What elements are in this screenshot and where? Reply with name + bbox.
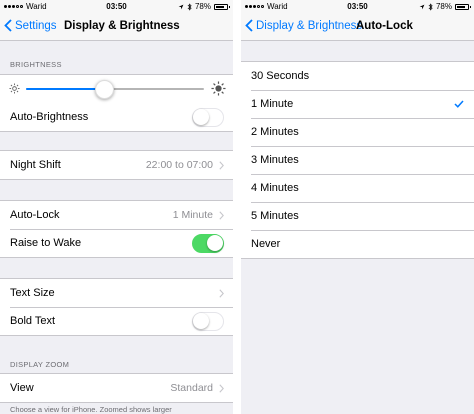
auto-lock-options: 30 Seconds 1 Minute 2 Minutes 3 Minutes 4 Mi… [241,61,474,259]
view-row[interactable]: View Standard [0,374,233,402]
chevron-left-icon [245,19,253,32]
option-label: Never [251,238,281,250]
text-group: Text Size Bold Text [0,278,233,336]
lock-group: Auto-Lock 1 Minute Raise to Wake [0,200,233,258]
back-label: Settings [15,19,57,32]
view-label: View [10,382,34,394]
bluetooth-icon [187,2,192,11]
back-label: Display & Brightness [256,19,363,32]
navigation-bar: Display & Brightness Auto-Lock [241,13,474,41]
zoom-footer-text: Choose a view for iPhone. Zoomed shows l… [10,405,172,414]
option-label: 1 Minute [251,98,294,110]
option-label: 30 Seconds [251,70,310,82]
status-bar: Warid 03:50 78% [241,0,474,13]
night-shift-group: Night Shift 22:00 to 07:00 [0,150,233,180]
night-shift-row[interactable]: Night Shift 22:00 to 07:00 [0,151,233,179]
page-title: Display & Brightness [64,20,180,32]
auto-lock-label: Auto-Lock [10,209,60,221]
back-button[interactable]: Display & Brightness [245,19,362,32]
brightness-group: Auto-Brightness [0,74,233,132]
brightness-header: BRIGHTNESS [10,60,62,69]
bold-text-toggle[interactable] [192,311,224,331]
auto-brightness-toggle[interactable] [192,107,224,127]
auto-lock-option[interactable]: 3 Minutes [241,146,474,174]
chevron-left-icon [4,19,12,32]
raise-to-wake-label: Raise to Wake [10,237,82,249]
night-shift-value: 22:00 to 07:00 [145,159,213,171]
option-label: 2 Minutes [251,126,299,138]
location-arrow-icon [419,4,425,9]
text-size-label: Text Size [10,287,55,299]
bold-text-row: Bold Text [0,307,233,335]
chevron-right-icon [219,383,224,393]
option-label: 3 Minutes [251,154,299,166]
auto-lock-row[interactable]: Auto-Lock 1 Minute [0,201,233,229]
view-value: Standard [170,382,213,394]
sun-large-icon [211,81,226,96]
auto-lock-option[interactable]: 1 Minute [241,90,474,118]
navigation-bar: Settings Display & Brightness [0,13,233,41]
status-bar: Warid 03:50 78% [0,0,233,13]
auto-lock-option[interactable]: 5 Minutes [241,202,474,230]
screen-divider [233,0,241,414]
bluetooth-icon [428,2,433,11]
auto-lock-option[interactable]: 30 Seconds [241,62,474,90]
raise-to-wake-toggle[interactable] [192,233,224,253]
display-brightness-screen: Warid 03:50 78% Settings Display & Brigh… [0,0,233,414]
option-label: 5 Minutes [251,210,299,222]
text-size-row[interactable]: Text Size [0,279,233,307]
chevron-right-icon [219,160,224,170]
auto-lock-option[interactable]: 4 Minutes [241,174,474,202]
battery-icon [214,3,230,10]
auto-brightness-label: Auto-Brightness [10,111,89,123]
sun-small-icon [9,83,20,94]
auto-lock-option[interactable]: Never [241,230,474,258]
checkmark-icon [454,100,464,108]
bold-text-label: Bold Text [10,315,56,327]
battery-icon [455,3,471,10]
back-button[interactable]: Settings [4,19,57,32]
slider-track[interactable] [26,88,204,90]
location-arrow-icon [178,4,184,9]
raise-to-wake-row: Raise to Wake [0,229,233,257]
display-zoom-header: DISPLAY ZOOM [10,360,70,369]
battery-percent: 78% [435,2,452,11]
auto-lock-value: 1 Minute [172,209,213,221]
page-title: Auto-Lock [356,20,413,32]
auto-brightness-row: Auto-Brightness [0,103,233,131]
slider-fill [26,88,105,90]
night-shift-label: Night Shift [10,159,61,171]
slider-thumb[interactable] [94,80,114,99]
chevron-right-icon [219,288,224,298]
auto-lock-option[interactable]: 2 Minutes [241,118,474,146]
brightness-slider[interactable] [0,75,233,103]
auto-lock-screen: Warid 03:50 78% Display & Brightness Aut… [241,0,474,414]
battery-percent: 78% [194,2,211,11]
chevron-right-icon [219,210,224,220]
zoom-group: View Standard [0,373,233,403]
option-label: 4 Minutes [251,182,299,194]
